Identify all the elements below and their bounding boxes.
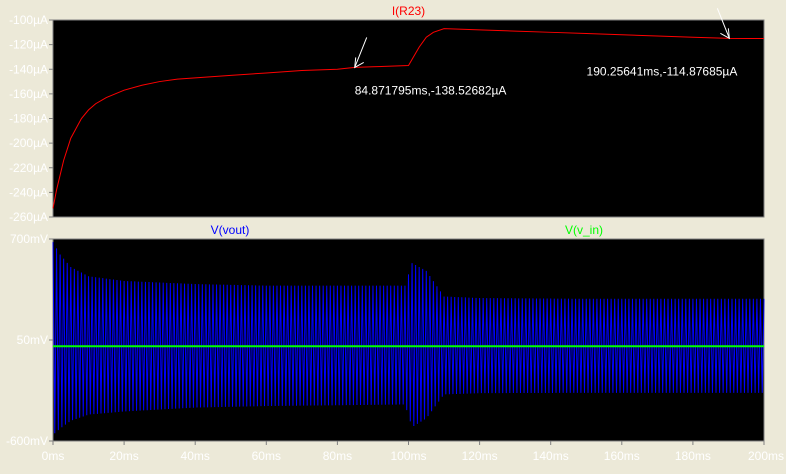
x-tick-label: 40ms [181,449,210,463]
cursor-label-1: 84.871795ms,-138.52682µA [355,83,507,97]
x-tick-label: 160ms [604,449,640,463]
y-tick-label-current: -100µA [9,13,48,27]
y-tick-label-current: -140µA [9,62,48,76]
x-tick-label: 60ms [252,449,281,463]
waveform-viewer: -100µA -120µA -140µA -160µA -180µA -200µA -220… [0,0,786,469]
y-tick-label-current: -180µA [9,112,48,126]
x-tick-label: 100ms [390,449,426,463]
x-tick-label: 140ms [533,449,569,463]
x-tick-label: 200ms [748,449,784,463]
y-tick-label-current: -200µA [9,136,48,150]
x-tick-label: 0ms [42,449,65,463]
legend-v-in: V(v_in) [565,223,603,237]
x-tick-label: 20ms [109,449,138,463]
y-tick-label-current: -120µA [9,38,48,52]
voltage-pane [52,238,765,442]
legend-v-vout: V(vout) [211,223,250,237]
x-tick-label: 180ms [675,449,711,463]
y-tick-label-current: -220µA [9,161,48,175]
cursor-label-2: 190.25641ms,-114.87685µA [587,64,738,78]
current-pane [52,19,765,218]
y-tick-label-current: -260µA [9,210,48,224]
x-tick-label: 120ms [462,449,498,463]
legend-i-r23: I(R23) [392,4,425,18]
y-tick-label-current: -240µA [9,185,48,199]
y-tick-label-voltage: -600mV [6,434,48,448]
y-tick-label-voltage: 700mV [10,232,48,246]
y-tick-label-current: -160µA [9,87,48,101]
y-tick-label-voltage: 50mV [17,333,48,347]
waveform-plot: -100µA -120µA -140µA -160µA -180µA -200µA -220… [6,4,784,463]
x-tick-label: 80ms [323,449,352,463]
